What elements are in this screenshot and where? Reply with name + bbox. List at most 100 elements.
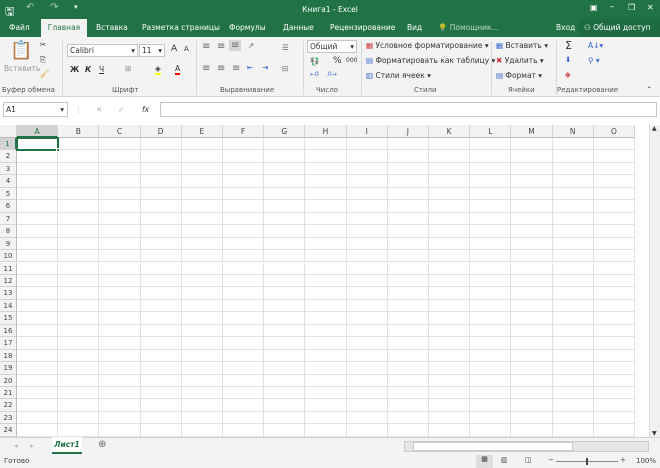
cell[interactable]: [346, 299, 388, 313]
row-header[interactable]: 15: [0, 312, 17, 325]
cell[interactable]: [140, 387, 182, 400]
cell[interactable]: [181, 225, 223, 238]
cell[interactable]: [552, 200, 594, 213]
scroll-up-icon[interactable]: ▲: [652, 125, 657, 132]
cell[interactable]: [305, 312, 347, 325]
cell[interactable]: [429, 362, 471, 375]
cell[interactable]: [552, 225, 594, 238]
cell[interactable]: [552, 262, 594, 275]
cell[interactable]: [58, 212, 100, 226]
cell[interactable]: [223, 187, 265, 201]
cell[interactable]: [305, 212, 347, 226]
cell[interactable]: [346, 262, 388, 275]
cell[interactable]: [552, 387, 594, 400]
row-header[interactable]: 5: [0, 187, 17, 201]
new-sheet-button[interactable]: ⊕: [98, 439, 106, 450]
cell[interactable]: [17, 411, 59, 425]
cell[interactable]: [17, 287, 59, 300]
cell[interactable]: [17, 262, 59, 275]
cell[interactable]: [223, 212, 265, 226]
row-header[interactable]: 22: [0, 399, 17, 412]
cell[interactable]: [264, 138, 306, 151]
cell[interactable]: [264, 374, 306, 387]
cell[interactable]: [387, 299, 429, 313]
cell[interactable]: [223, 237, 265, 251]
cell[interactable]: [181, 399, 223, 412]
cell[interactable]: [429, 312, 471, 325]
cell[interactable]: [17, 337, 59, 350]
cell[interactable]: [223, 324, 265, 338]
decrease-decimal-icon[interactable]: .0→: [326, 71, 337, 78]
cell[interactable]: [264, 411, 306, 425]
row-header[interactable]: 21: [0, 387, 17, 400]
paste-button[interactable]: Вставить: [4, 64, 40, 73]
cell[interactable]: [140, 362, 182, 375]
cell[interactable]: [552, 424, 594, 437]
cell[interactable]: [470, 287, 512, 300]
clear-icon[interactable]: ◆: [565, 70, 571, 79]
row-header[interactable]: 23: [0, 411, 17, 425]
cell[interactable]: [264, 274, 306, 288]
cell[interactable]: [99, 374, 141, 387]
cell[interactable]: [346, 237, 388, 251]
cell[interactable]: [223, 399, 265, 412]
cell[interactable]: [223, 162, 265, 176]
cell[interactable]: [305, 162, 347, 176]
cell[interactable]: [511, 362, 553, 375]
cell[interactable]: [223, 362, 265, 375]
scroll-down-icon[interactable]: ▼: [652, 430, 657, 437]
cell[interactable]: [346, 312, 388, 325]
cell[interactable]: [470, 387, 512, 400]
cell[interactable]: [140, 324, 182, 338]
cell[interactable]: [99, 274, 141, 288]
cell[interactable]: [470, 200, 512, 213]
cell[interactable]: [470, 187, 512, 201]
row-header[interactable]: 12: [0, 274, 17, 288]
zoom-slider-thumb[interactable]: [586, 458, 588, 465]
cell[interactable]: [346, 399, 388, 412]
sort-filter-icon[interactable]: A↓▾: [588, 41, 603, 50]
tab-home[interactable]: Главная: [41, 19, 87, 37]
increase-indent-icon[interactable]: ⇥: [262, 63, 268, 72]
column-header[interactable]: N: [552, 125, 594, 138]
cell[interactable]: [140, 212, 182, 226]
cell[interactable]: [387, 250, 429, 263]
tab-review[interactable]: Рецензирование: [330, 19, 395, 37]
cell[interactable]: [223, 225, 265, 238]
cell[interactable]: [387, 150, 429, 163]
cell[interactable]: [181, 250, 223, 263]
row-header[interactable]: 18: [0, 349, 17, 363]
cell[interactable]: [552, 324, 594, 338]
cell[interactable]: [387, 312, 429, 325]
cell[interactable]: [470, 424, 512, 437]
cell[interactable]: [223, 374, 265, 387]
cell[interactable]: [470, 225, 512, 238]
cell[interactable]: [387, 387, 429, 400]
row-header[interactable]: 10: [0, 250, 17, 263]
tab-insert[interactable]: Вставка: [96, 19, 128, 37]
cell[interactable]: [99, 349, 141, 363]
cell[interactable]: [552, 362, 594, 375]
cell[interactable]: [305, 387, 347, 400]
paste-icon[interactable]: 📋: [10, 40, 32, 61]
cell[interactable]: [223, 337, 265, 350]
cell[interactable]: [470, 274, 512, 288]
cell[interactable]: [470, 150, 512, 163]
cell[interactable]: [511, 287, 553, 300]
cell[interactable]: [387, 138, 429, 151]
column-header[interactable]: L: [470, 125, 512, 138]
cell[interactable]: [593, 337, 635, 350]
prev-sheet-icon[interactable]: ◂: [14, 441, 18, 450]
font-name-select[interactable]: Calibri ▾: [67, 44, 138, 57]
cell[interactable]: [346, 411, 388, 425]
cell[interactable]: [140, 162, 182, 176]
cell[interactable]: [346, 274, 388, 288]
column-header[interactable]: M: [511, 125, 553, 138]
cell[interactable]: [99, 424, 141, 437]
cell[interactable]: [305, 299, 347, 313]
cell[interactable]: [181, 349, 223, 363]
cell[interactable]: [99, 287, 141, 300]
cell[interactable]: [58, 411, 100, 425]
cell[interactable]: [593, 362, 635, 375]
cell[interactable]: [140, 349, 182, 363]
